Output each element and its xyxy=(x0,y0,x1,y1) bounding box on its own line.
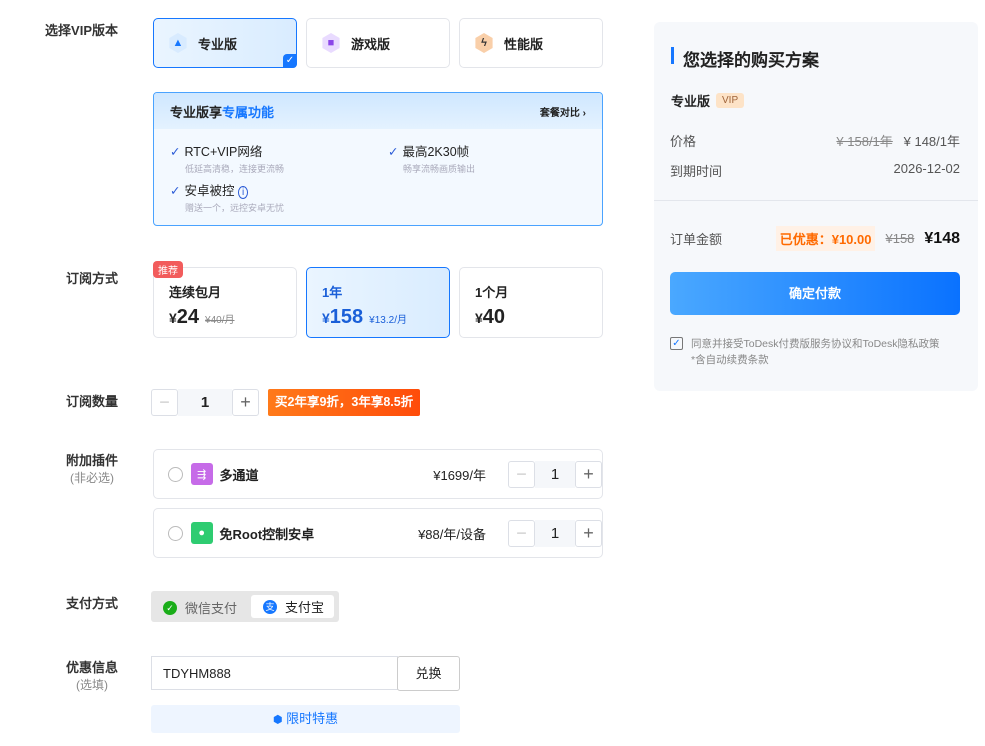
decrement-button[interactable]: − xyxy=(508,519,535,547)
selected-check-icon: ✓ xyxy=(283,54,297,68)
coupon-input[interactable] xyxy=(151,656,398,690)
label-subscription: 订阅方式 xyxy=(65,271,118,286)
payment-switch: ✓ 微信支付 支支付宝 xyxy=(151,591,339,622)
rocket-icon: ▲ xyxy=(169,33,187,53)
label-version: 选择VIP版本 xyxy=(45,23,118,38)
info-icon[interactable]: i xyxy=(237,186,249,199)
summary-title: 您选择的购买方案 xyxy=(683,51,819,70)
plan-name: 连续包月 xyxy=(169,285,222,300)
promo-tag: 买2年享9折，3年享8.5折 xyxy=(268,389,421,416)
limited-offer-banner[interactable]: ⬢ 限时特惠 xyxy=(151,705,460,733)
gamepad-icon: ■ xyxy=(322,33,340,53)
version-card-game[interactable]: ■ 游戏版 xyxy=(306,18,450,68)
summary-plan: 专业版 VIP xyxy=(671,91,745,110)
label-payment: 支付方式 xyxy=(65,596,118,611)
version-name: 专业版 xyxy=(198,36,238,52)
addon-android-noroot: ● 免Root控制安卓 ¥88/年/设备 −1 + xyxy=(153,508,603,558)
lightning-icon: ϟ xyxy=(475,33,493,53)
quantity-stepper: − 1 + xyxy=(151,389,259,416)
wechat-icon: ✓ xyxy=(163,600,177,615)
agreement-text: 同意并接受ToDesk付费版服务协议和ToDesk隐私政策 *含自动续费条款 xyxy=(691,338,940,366)
redeem-button[interactable]: 兑换 xyxy=(397,656,460,691)
check-icon: ✓ xyxy=(170,145,181,159)
version-name: 游戏版 xyxy=(351,36,391,52)
decrement-button[interactable]: − xyxy=(508,460,535,488)
version-card-pro[interactable]: ▲ 专业版 ✓ xyxy=(153,18,297,68)
multichannel-icon: ⇶ xyxy=(190,463,213,485)
addon-quantity-stepper: −1 + xyxy=(508,460,602,488)
plan-name: 1年 xyxy=(322,285,343,300)
label-addons: 附加插件 (非必选) xyxy=(65,453,118,485)
title-accent-bar xyxy=(671,47,674,64)
check-icon: ✓ xyxy=(170,184,181,198)
increment-button[interactable]: + xyxy=(232,389,259,416)
plan-price: 24 xyxy=(176,306,200,328)
feature-item: ✓ RTC+VIP网络 低延高清稳，连接更流畅 xyxy=(170,145,285,174)
agree-checkbox[interactable]: ✓ xyxy=(670,337,683,350)
recommend-badge: 推荐 xyxy=(153,261,183,278)
label-coupon: 优惠信息 (选填) xyxy=(65,660,118,692)
feature-item: ✓ 最高2K30帧 畅享流畅画质输出 xyxy=(388,145,476,174)
payment-alipay[interactable]: 支支付宝 xyxy=(251,595,334,618)
label-quantity: 订阅数量 xyxy=(65,394,118,409)
decrement-button[interactable]: − xyxy=(151,389,178,416)
plan-name: 1个月 xyxy=(475,285,509,300)
plan-price: 158 xyxy=(329,306,364,328)
alipay-icon: 支 xyxy=(263,599,277,614)
plan-card-monthly-auto[interactable]: 推荐 连续包月 ¥24 ¥40/月 xyxy=(153,261,297,338)
increment-button[interactable]: + xyxy=(575,519,602,547)
version-card-performance[interactable]: ϟ 性能版 xyxy=(459,18,603,68)
feature-box: 专业版享专属功能 套餐对比 › ✓ RTC+VIP网络 低延高清稳，连接更流畅 ✓ 最高… xyxy=(153,92,603,226)
feature-title: 专业版享专属功能 xyxy=(170,104,275,120)
summary-panel: 您选择的购买方案 专业版 VIP 价格 ¥ 158/1年 ¥ 148/1年 到期时间… xyxy=(654,22,978,391)
expire-row: 到期时间 2026-12-02 xyxy=(670,161,960,179)
confirm-pay-button[interactable]: 确定付款 xyxy=(670,272,960,315)
quantity-value[interactable]: 1 xyxy=(178,389,232,416)
compare-link[interactable]: 套餐对比 › xyxy=(540,104,586,119)
addon-radio[interactable] xyxy=(168,466,183,482)
total-row: 订单金额 已优惠：¥10.00 ¥158 ¥148 xyxy=(670,226,960,251)
discount-tag: 已优惠：¥10.00 xyxy=(775,226,876,251)
rocket-icon: ⬢ xyxy=(272,714,283,726)
plan-card-1year[interactable]: 1年 ¥158 ¥13.2/月 xyxy=(306,267,450,338)
addon-quantity-stepper: −1 + xyxy=(508,519,602,547)
payment-wechat[interactable]: ✓ 微信支付 xyxy=(163,598,237,617)
addon-multichannel: ⇶ 多通道 ¥1699/年 −1 + xyxy=(153,449,603,499)
plan-price: 40 xyxy=(482,306,506,328)
addon-radio[interactable] xyxy=(168,525,183,541)
price-row: 价格 ¥ 158/1年 ¥ 148/1年 xyxy=(670,134,960,149)
check-icon: ✓ xyxy=(388,145,399,159)
increment-button[interactable]: + xyxy=(575,460,602,488)
vip-badge: VIP xyxy=(716,93,745,108)
version-name: 性能版 xyxy=(504,36,544,52)
android-icon: ● xyxy=(190,522,213,544)
feature-item: ✓ 安卓被控 i 赠送一个，远控安卓无忧 xyxy=(170,184,285,213)
plan-card-1month[interactable]: 1个月 ¥40 xyxy=(459,267,603,338)
total-amount: ¥148 xyxy=(924,229,960,247)
divider xyxy=(654,200,978,201)
